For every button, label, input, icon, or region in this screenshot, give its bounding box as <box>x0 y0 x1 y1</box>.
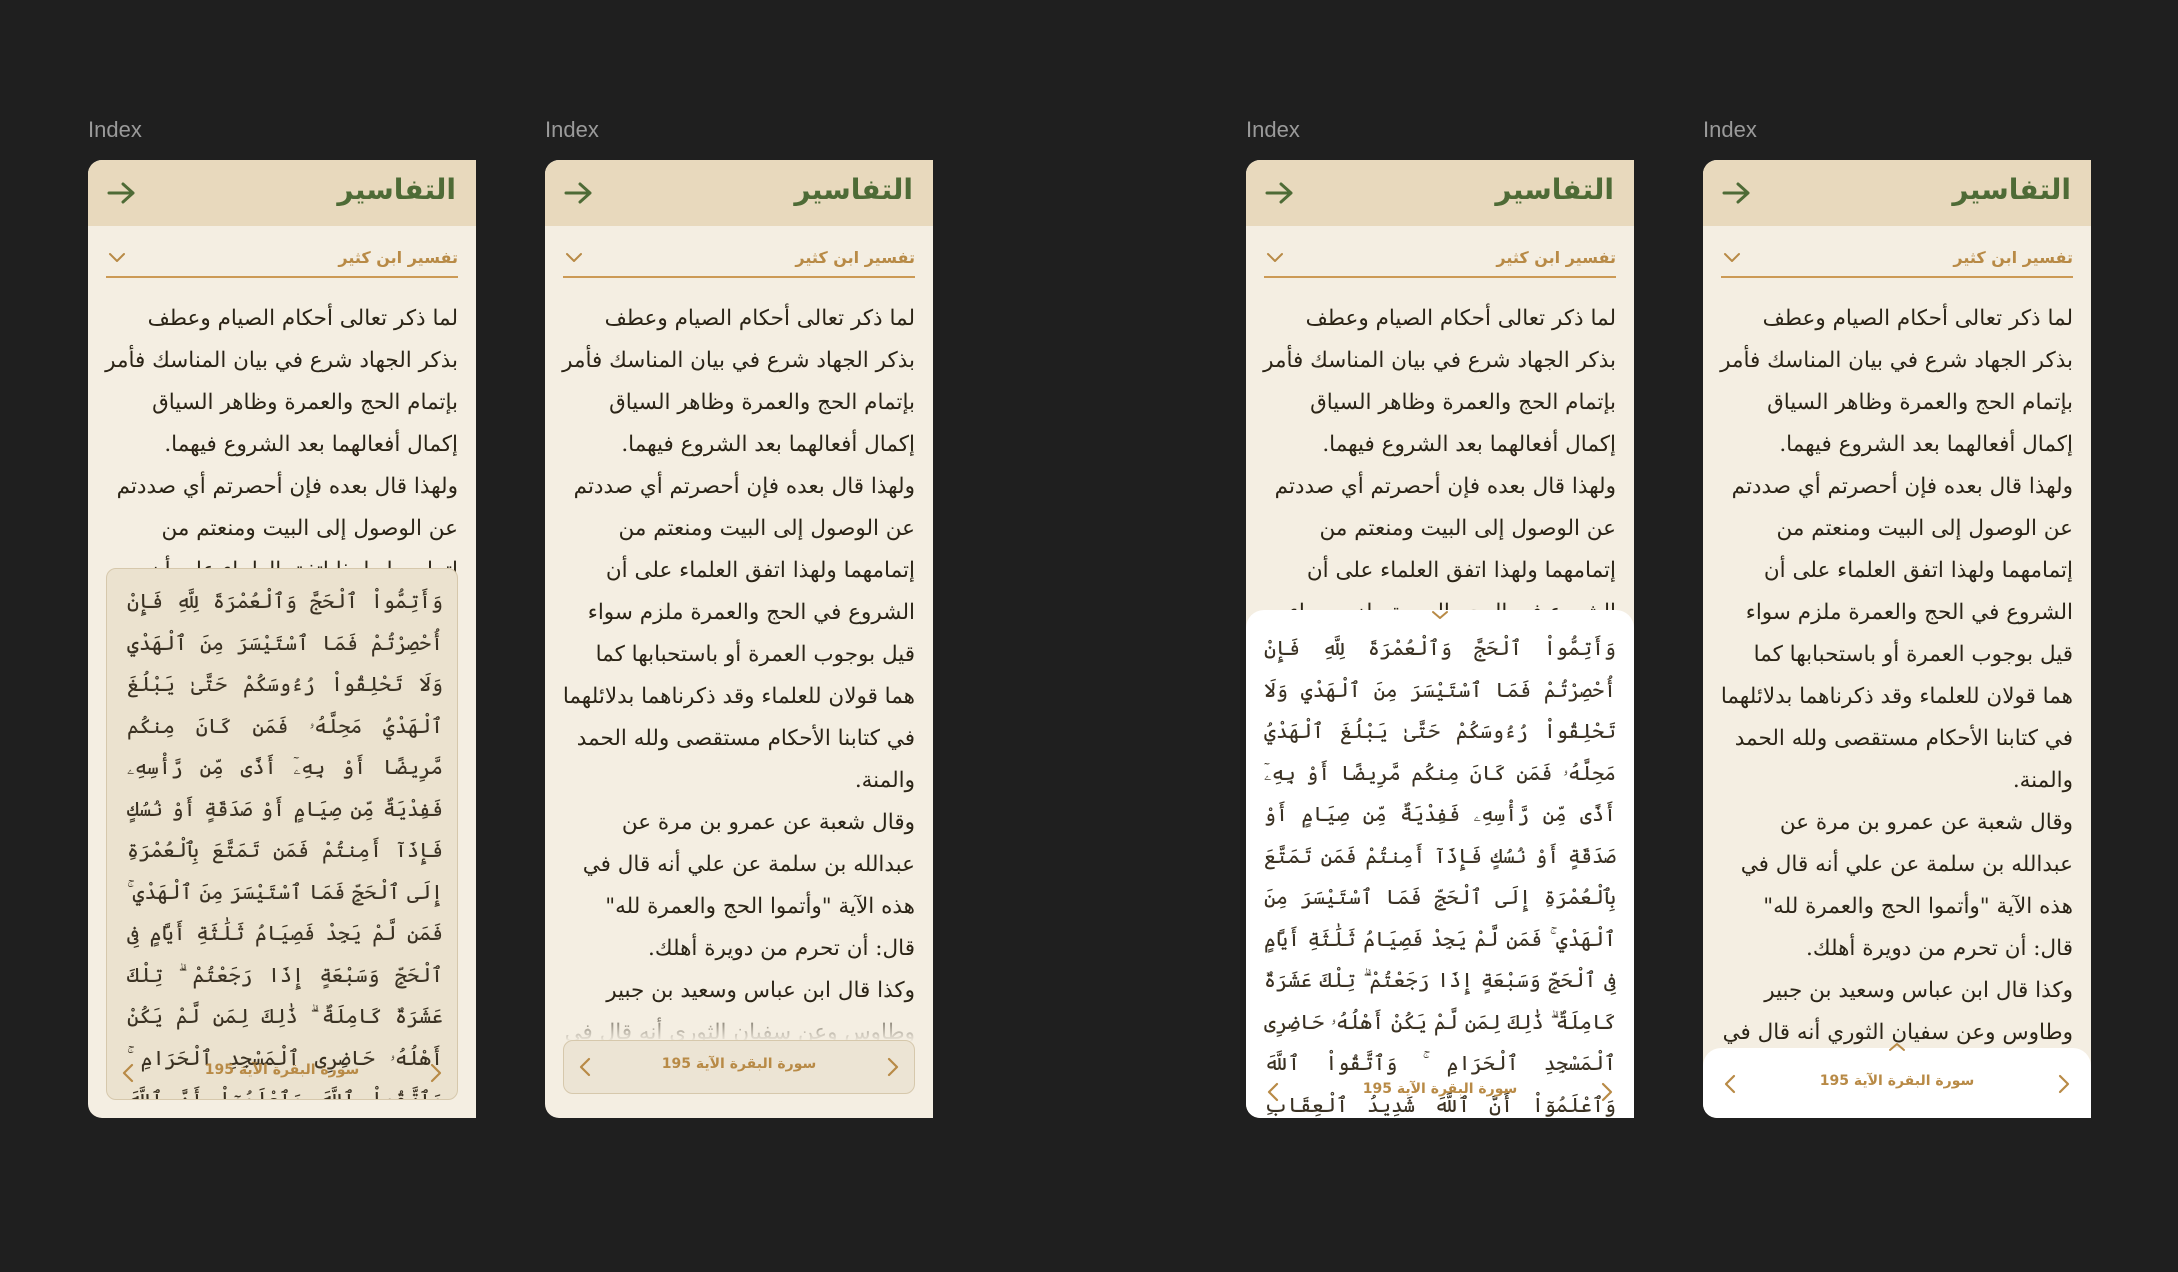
chevron-right-icon[interactable] <box>1600 1082 1614 1102</box>
tafsir-source-label: تفسير ابن كثير <box>338 248 458 267</box>
phone-frame-full: التفاسير تفسير ابن كثير لما ذكر تعالى أح… <box>1703 160 2091 1118</box>
tafsir-text: لما ذكر تعالى أحكام الصيام وعطف بذكر الج… <box>561 298 915 1042</box>
ayah-footer: سورة البقرة الآية 195 <box>1703 1043 2091 1118</box>
arrow-right-icon[interactable] <box>1264 180 1296 206</box>
chevron-down-icon[interactable] <box>565 252 583 264</box>
page-title: التفاسير <box>1952 173 2071 206</box>
ayah-reference: سورة البقرة الآية 195 <box>661 1056 817 1072</box>
phone-frame-collapsed: التفاسير تفسير ابن كثير لما ذكر تعالى أح… <box>545 160 933 1118</box>
ayah-reference: سورة البقرة الآية 195 <box>204 1062 360 1078</box>
tafsir-paragraph: وكذا قال ابن عباس وسعيد بن جبير وطاوس وع… <box>1722 978 2073 1045</box>
app-header: التفاسير <box>1246 160 1634 226</box>
ayah-bottom-sheet: وَأَتِمُّواْ ٱلْحَجَّ وَٱلْعُمْرَةَ لِلَ… <box>1246 610 1634 1118</box>
ayah-pager[interactable]: سورة البقرة الآية 195 <box>563 1040 915 1094</box>
tafsir-source-select[interactable]: تفسير ابن كثير <box>1264 242 1616 278</box>
page-title: التفاسير <box>1495 173 1614 206</box>
ayah-text: وَأَتِمُّواْ ٱلْحَجَّ وَٱلْعُمْرَةَ لِلَ… <box>1264 636 1616 1117</box>
app-header: التفاسير <box>1703 160 2091 226</box>
chevron-down-icon[interactable] <box>1723 252 1741 264</box>
arrow-right-icon[interactable] <box>106 180 138 206</box>
tafsir-paragraph: لما ذكر تعالى أحكام الصيام وعطف بذكر الج… <box>562 306 915 457</box>
ayah-pager: سورة البقرة الآية 195 <box>107 1047 457 1099</box>
ayah-reference: سورة البقرة الآية 195 <box>1819 1073 1975 1089</box>
phone-frame-sheet: التفاسير تفسير ابن كثير لما ذكر تعالى أح… <box>1246 160 1634 1118</box>
ayah-card: وَأَتِمُّواْ ٱلْحَجَّ وَٱلْعُمْرَةَ لِلَ… <box>106 568 458 1100</box>
chevron-down-icon[interactable] <box>1266 252 1284 264</box>
ayah-pager: سورة البقرة الآية 195 <box>1246 1066 1634 1118</box>
chevron-right-icon[interactable] <box>429 1063 443 1083</box>
app-header: التفاسير <box>88 160 476 226</box>
tafsir-paragraph: ولهذا قال بعده فإن أحصرتم أي صددتم عن ال… <box>562 474 915 793</box>
chevron-up-icon[interactable] <box>1886 1040 1908 1054</box>
text-fade <box>545 1002 933 1042</box>
tafsir-paragraph: لما ذكر تعالى أحكام الصيام وعطف بذكر الج… <box>105 306 458 457</box>
frame-label: Index <box>1246 117 1300 142</box>
tafsir-paragraph: لما ذكر تعالى أحكام الصيام وعطف بذكر الج… <box>1263 306 1616 457</box>
ayah-pager: سورة البقرة الآية 195 <box>1703 1058 2091 1110</box>
tafsir-source-label: تفسير ابن كثير <box>1496 248 1616 267</box>
chevron-right-icon[interactable] <box>886 1057 900 1077</box>
tafsir-text: لما ذكر تعالى أحكام الصيام وعطف بذكر الج… <box>1719 298 2073 1048</box>
app-header: التفاسير <box>545 160 933 226</box>
chevron-down-icon[interactable] <box>108 252 126 264</box>
ayah-text: وَأَتِمُّواْ ٱلْحَجَّ وَٱلْعُمْرَةَ لِلَ… <box>127 589 443 1100</box>
ayah-reference: سورة البقرة الآية 195 <box>1362 1081 1518 1097</box>
chevron-right-icon[interactable] <box>2057 1074 2071 1094</box>
page-title: التفاسير <box>337 173 456 206</box>
tafsir-source-select[interactable]: تفسير ابن كثير <box>1721 242 2073 278</box>
frame-label: Index <box>88 117 142 142</box>
tafsir-source-select[interactable]: تفسير ابن كثير <box>106 242 458 278</box>
tafsir-source-label: تفسير ابن كثير <box>795 248 915 267</box>
frame-label: Index <box>545 117 599 142</box>
page-title: التفاسير <box>794 173 913 206</box>
arrow-right-icon[interactable] <box>1721 180 1753 206</box>
tafsir-source-select[interactable]: تفسير ابن كثير <box>563 242 915 278</box>
arrow-right-icon[interactable] <box>563 180 595 206</box>
frame-label: Index <box>1703 117 1757 142</box>
tafsir-paragraph: ولهذا قال بعده فإن أحصرتم أي صددتم عن ال… <box>1720 474 2073 793</box>
tafsir-source-label: تفسير ابن كثير <box>1953 248 2073 267</box>
phone-frame-card: التفاسير تفسير ابن كثير لما ذكر تعالى أح… <box>88 160 476 1118</box>
chevron-down-icon[interactable] <box>1429 608 1451 622</box>
tafsir-paragraph: لما ذكر تعالى أحكام الصيام وعطف بذكر الج… <box>1720 306 2073 457</box>
tafsir-paragraph: وقال شعبة عن عمرو بن مرة عن عبدالله بن س… <box>582 810 915 961</box>
tafsir-paragraph: وقال شعبة عن عمرو بن مرة عن عبدالله بن س… <box>1740 810 2073 961</box>
